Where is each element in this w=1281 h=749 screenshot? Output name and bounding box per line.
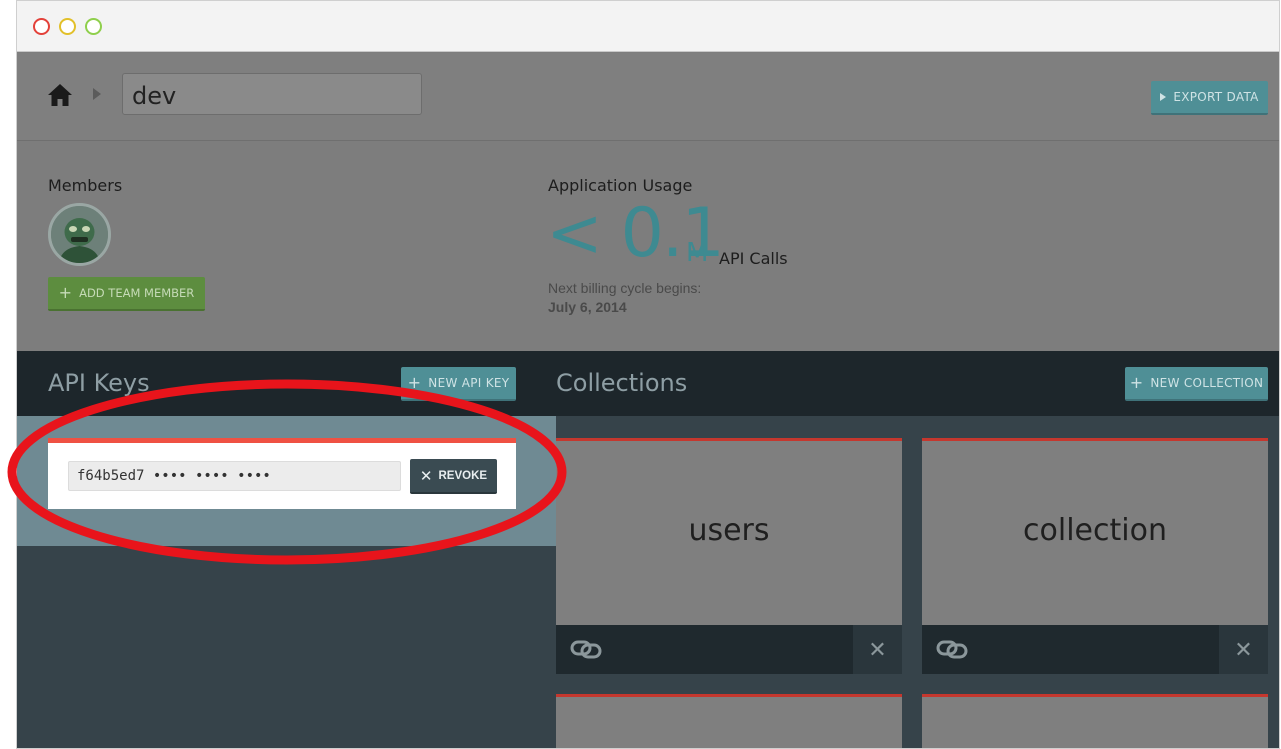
browser-window: dev EXPORT DATA Members + ADD TEAM MEMBE… — [16, 0, 1280, 749]
plus-icon: + — [407, 373, 422, 392]
collection-name: collection — [1023, 513, 1167, 548]
new-collection-label: NEW COLLECTION — [1150, 376, 1264, 390]
play-icon — [1160, 93, 1167, 101]
api-key-field[interactable]: f64b5ed7 •••• •••• •••• — [68, 461, 401, 491]
usage-heading: Application Usage — [548, 176, 693, 195]
collections-heading: Collections — [556, 369, 688, 397]
api-keys-heading: API Keys — [48, 369, 150, 397]
close-icon: ✕ — [868, 636, 887, 662]
add-team-member-button[interactable]: + ADD TEAM MEMBER — [48, 277, 205, 311]
app-name-field[interactable]: dev — [122, 73, 422, 115]
close-icon: ✕ — [419, 467, 433, 485]
avatar[interactable] — [48, 203, 111, 266]
plus-icon: + — [58, 283, 73, 302]
add-team-member-label: ADD TEAM MEMBER — [79, 286, 195, 300]
collection-card[interactable]: collection ✕ — [922, 438, 1268, 674]
link-icon[interactable] — [936, 639, 968, 659]
collection-card[interactable] — [922, 694, 1268, 748]
api-keys-panel: f64b5ed7 •••• •••• •••• ✕ REVOKE — [17, 416, 556, 748]
home-icon[interactable] — [47, 83, 73, 107]
billing-cycle-label: Next billing cycle begins: — [548, 280, 702, 296]
members-heading: Members — [48, 176, 123, 195]
creature-avatar-icon — [51, 206, 108, 263]
link-icon[interactable] — [570, 639, 602, 659]
new-collection-button[interactable]: + NEW COLLECTION — [1125, 367, 1268, 401]
app-header: dev EXPORT DATA — [17, 53, 1279, 141]
export-data-label: EXPORT DATA — [1173, 90, 1259, 104]
collections-panel: users ✕ collection ✕ — [556, 416, 1279, 748]
collection-card-footer: ✕ — [922, 625, 1268, 674]
usage-suffix: API Calls — [719, 249, 788, 268]
delete-collection-button[interactable]: ✕ — [853, 625, 902, 674]
revoke-button[interactable]: ✕ REVOKE — [410, 459, 497, 494]
minimize-window-button[interactable] — [59, 18, 76, 35]
revoke-label: REVOKE — [438, 469, 488, 482]
collection-name: users — [688, 513, 770, 548]
close-window-button[interactable] — [33, 18, 50, 35]
new-api-key-button[interactable]: + NEW API KEY — [401, 367, 516, 401]
collection-card[interactable]: users ✕ — [556, 438, 902, 674]
title-bar — [17, 1, 1279, 52]
close-icon: ✕ — [1234, 636, 1253, 662]
breadcrumb-separator-icon — [93, 88, 101, 100]
delete-collection-button[interactable]: ✕ — [1219, 625, 1268, 674]
export-data-button[interactable]: EXPORT DATA — [1151, 81, 1268, 115]
collection-card[interactable] — [556, 694, 902, 748]
section-header-bar: API Keys + NEW API KEY Collections + NEW… — [17, 351, 1279, 416]
new-api-key-label: NEW API KEY — [428, 376, 510, 390]
maximize-window-button[interactable] — [85, 18, 102, 35]
plus-icon: + — [1129, 373, 1144, 392]
api-key-card: f64b5ed7 •••• •••• •••• ✕ REVOKE — [48, 438, 516, 509]
collection-card-footer: ✕ — [556, 625, 902, 674]
billing-cycle-date: July 6, 2014 — [548, 299, 627, 315]
app-info-section: Members + ADD TEAM MEMBER Application Us… — [17, 142, 1279, 351]
usage-unit: M — [686, 238, 709, 268]
